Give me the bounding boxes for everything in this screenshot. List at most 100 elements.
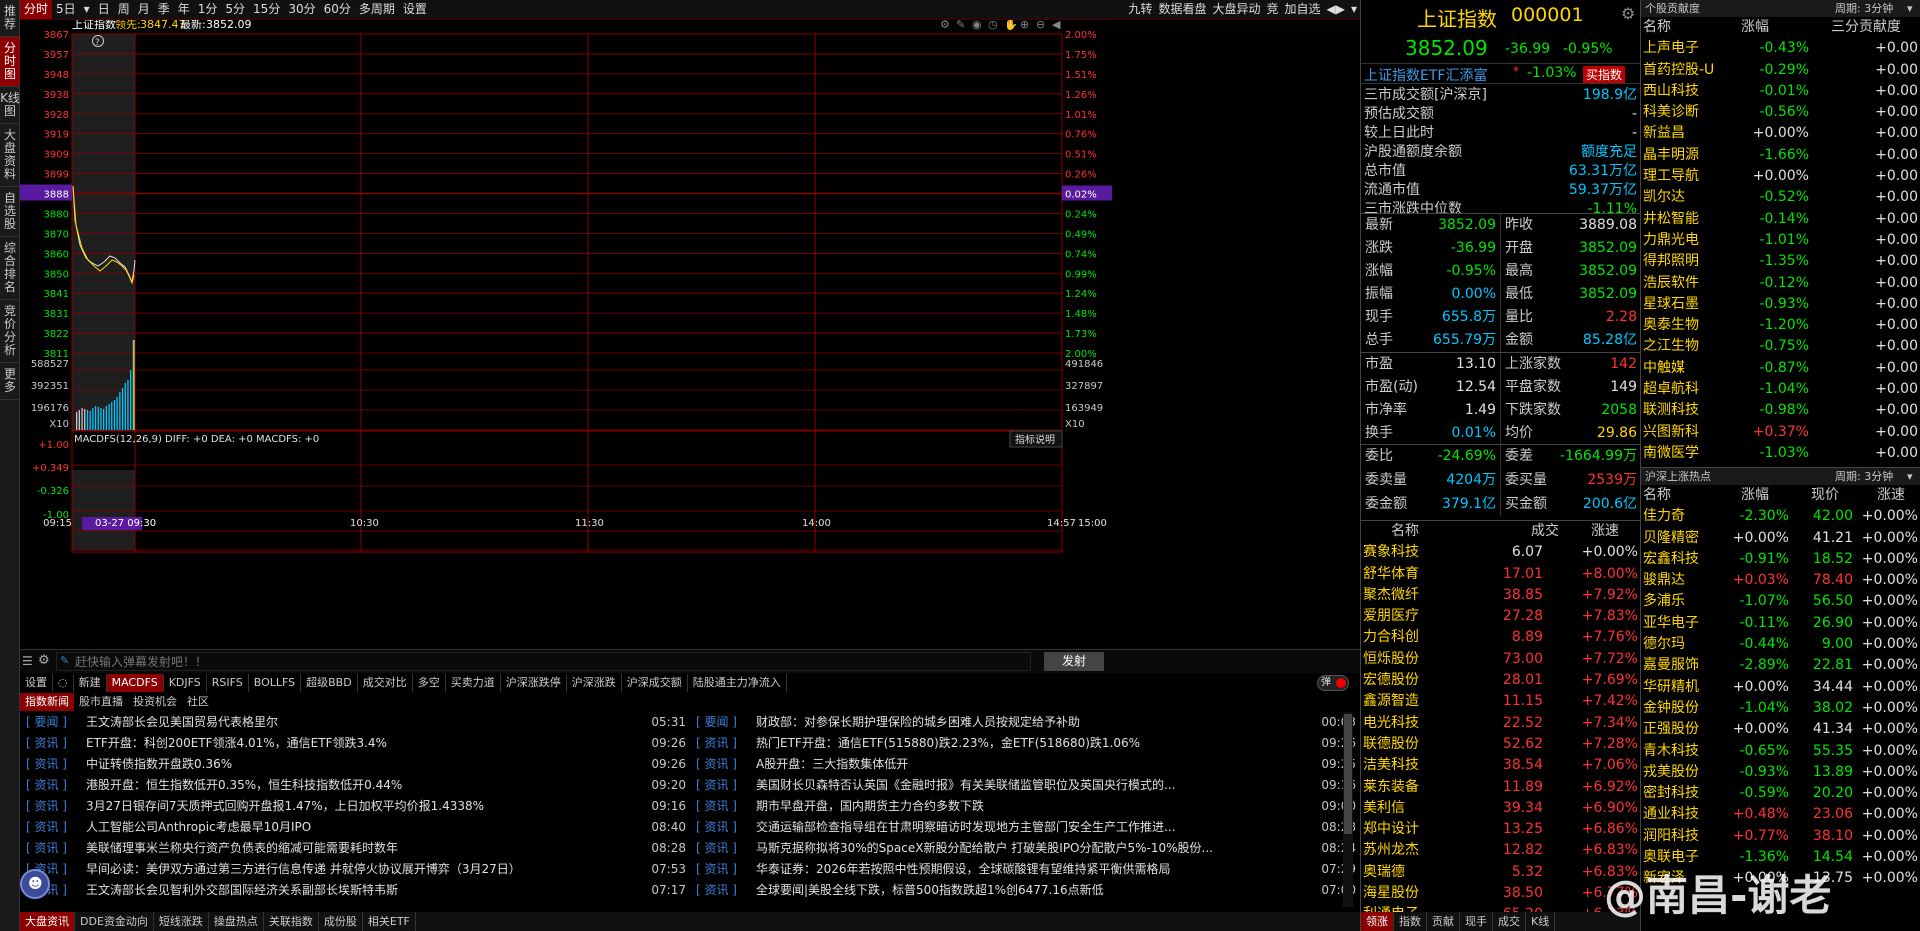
chart-tool-icon[interactable]: ⊕ xyxy=(1020,18,1029,31)
bottom-tab[interactable]: 相关ETF xyxy=(363,912,416,931)
news-tab[interactable]: 股市直播 xyxy=(74,693,128,711)
news-title[interactable]: 美联储理事米兰称央行资产负债表的缩减可能需要耗时数年 xyxy=(86,841,398,855)
period-tab[interactable]: ▾ xyxy=(80,0,94,19)
list-icon[interactable]: ☰ xyxy=(22,654,33,668)
news-title[interactable]: 华泰证券：2026年若按照中性预期假设，全球碳酸锂有望维持紧平衡供需格局 xyxy=(756,862,1171,876)
contribution-row[interactable]: 星球石墨 -0.93% +0.00 xyxy=(1641,294,1920,315)
vnav-item[interactable]: 推荐 xyxy=(0,0,20,37)
indicator-tab[interactable]: 超级BBD xyxy=(301,674,358,692)
contribution-period[interactable]: 周期: 3分钟 xyxy=(1835,0,1893,17)
news-item[interactable]: [ 资讯 ] 中证转债指数开盘跌0.36% 09:26 xyxy=(26,754,686,775)
news-item[interactable]: [ 资讯 ] 美国财长贝森特否认英国《金融时报》有关美联储监管职位及英国央行模式的… xyxy=(696,775,1356,796)
news-title[interactable]: 马斯克据称拟将30%的SpaceX新股分配给散户 打破美股IPO分配散户5%-1… xyxy=(756,841,1213,855)
vnav-item[interactable]: 更多 xyxy=(0,363,20,400)
vnav-item[interactable]: 综合排名 xyxy=(0,237,20,300)
news-title[interactable]: ETF开盘：科创200ETF领涨4.01%，通信ETF领跌3.4% xyxy=(86,736,387,750)
quote-bottom-tab[interactable]: 现手 xyxy=(1460,912,1493,931)
period-tab[interactable]: 15分 xyxy=(249,0,284,19)
quote-bottom-tab[interactable]: 贡献 xyxy=(1427,912,1460,931)
period-tab[interactable]: 周 xyxy=(114,0,134,19)
indicator-tab[interactable]: ◌ xyxy=(53,674,74,692)
toolbar-right-item[interactable]: 加自选 xyxy=(1281,0,1323,19)
contribution-row[interactable]: 西山科技 -0.01% +0.00 xyxy=(1641,81,1920,102)
indicator-tab[interactable]: 沪深涨跌 xyxy=(567,674,622,692)
hot-row[interactable]: 佳力奇 -2.30% 42.00 +0.00% xyxy=(1641,506,1920,527)
contribution-row[interactable]: 凯尔达 -0.52% +0.00 xyxy=(1641,187,1920,208)
quote-bottom-tab[interactable]: 成交 xyxy=(1493,912,1526,931)
intraday-chart[interactable]: 3867 3957 3948 3938 3928 3919 3909 3899 3888 3880… xyxy=(20,17,1360,655)
list-header-cell[interactable]: 成交 xyxy=(1531,521,1559,542)
news-title[interactable]: 中证转债指数开盘跌0.36% xyxy=(86,757,232,771)
news-title[interactable]: 人工智能公司Anthropic考虑最早10月IPO xyxy=(86,820,311,834)
list-item[interactable]: 海星股份 38.50 +6.77% xyxy=(1361,883,1641,904)
list-item[interactable]: 舒华体育 17.01 +8.00% xyxy=(1361,564,1641,585)
contribution-row[interactable]: 之江生物 -0.75% +0.00 xyxy=(1641,336,1920,357)
news-title[interactable]: 王文涛部长会见美国贸易代表格里尔 xyxy=(86,715,278,729)
news-title[interactable]: 早间必读：美伊双方通过第三方进行信息传递 并就停火协议展开博弈（3月27日） xyxy=(86,862,521,876)
bottom-tab[interactable]: DDE资金动向 xyxy=(75,912,154,931)
hot-row[interactable]: 宏鑫科技 -0.91% 18.52 +0.00% xyxy=(1641,549,1920,570)
news-title[interactable]: 3月27日银存间7天质押式回购开盘报1.47%，上日加权平均价报1.4338% xyxy=(86,799,484,813)
news-item[interactable]: [ 资讯 ]王文涛部长会见智利外交部国际经济关系副部长埃斯特韦斯07:17 xyxy=(26,880,686,901)
indicator-tab[interactable]: 多空 xyxy=(413,674,446,692)
etf-label[interactable]: 上证指数ETF汇添富 xyxy=(1364,65,1487,85)
list-item[interactable]: 宏德股份 28.01 +7.69% xyxy=(1361,670,1641,691)
hot-row[interactable]: 金钟股份 -1.04% 38.02 +0.00% xyxy=(1641,698,1920,719)
news-item[interactable]: [ 资讯 ] 交通运输部检查指导组在甘肃明察暗访时发现地方主管部门安全生产工作推进… xyxy=(696,817,1356,838)
news-item[interactable]: [ 资讯 ] 期市早盘开盘，国内期货主力合约多数下跌 09:00 xyxy=(696,796,1356,817)
assistant-avatar[interactable]: ☻ xyxy=(20,869,50,899)
bottom-tab[interactable]: 关联指数 xyxy=(264,912,319,931)
etf-row[interactable]: 上证指数ETF汇添富 * -1.03% 买指数 xyxy=(1361,63,1641,84)
list-header-cell[interactable]: 涨速 xyxy=(1591,521,1619,542)
hot-period[interactable]: 周期: 3分钟 xyxy=(1835,468,1893,485)
news-item[interactable]: [ 资讯 ] 美联储理事米兰称央行资产负债表的缩减可能需要耗时数年 08:28 xyxy=(26,838,686,859)
contribution-row[interactable]: 联测科技 -0.98% +0.00 xyxy=(1641,400,1920,421)
indicator-tab[interactable]: 沪深涨跌停 xyxy=(501,674,567,692)
news-item[interactable]: [ 资讯 ] 港股开盘：恒生指数低开0.35%，恒生科技指数低开0.44% 09:2… xyxy=(26,775,686,796)
bottom-tab[interactable]: 操盘热点 xyxy=(209,912,264,931)
toolbar-right-item[interactable]: 九转 xyxy=(1125,0,1155,19)
chart-tool-icon[interactable]: ✎ xyxy=(956,18,965,31)
contribution-row[interactable]: 科美诊断 -0.56% +0.00 xyxy=(1641,102,1920,123)
contribution-col[interactable]: 三分贡献度 xyxy=(1831,17,1901,38)
news-item[interactable]: [ 要闻 ] 王文涛部长会见美国贸易代表格里尔 05:31 xyxy=(26,712,686,733)
period-tab[interactable]: 设置 xyxy=(399,0,431,19)
news-tab[interactable]: 投资机会 xyxy=(128,693,182,711)
period-tab[interactable]: 30分 xyxy=(284,0,319,19)
contribution-col[interactable]: 涨幅 xyxy=(1741,17,1769,38)
vnav-item[interactable]: 大盘资料 xyxy=(0,124,20,187)
indicator-tab[interactable]: 买卖力道 xyxy=(446,674,501,692)
period-tab[interactable]: 5分 xyxy=(221,0,249,19)
news-scrollbar[interactable] xyxy=(1343,712,1353,907)
contribution-row[interactable]: 井松智能 -0.14% +0.00 xyxy=(1641,209,1920,230)
list-item[interactable]: 力合科创 8.89 +7.76% xyxy=(1361,627,1641,648)
vnav-item[interactable]: 自选股 xyxy=(0,187,20,237)
quote-bottom-tab[interactable]: K线 xyxy=(1526,912,1556,931)
news-item[interactable]: [ 要闻 ] 财政部：对参保长期护理保险的城乡困难人员按规定给予补助 00:03 xyxy=(696,712,1356,733)
hot-row[interactable]: 多浦乐 -1.07% 56.50 +0.00% xyxy=(1641,591,1920,612)
list-item[interactable]: 郑中设计 13.25 +6.86% xyxy=(1361,819,1641,840)
gear-icon[interactable]: ⚙ xyxy=(38,653,50,668)
contribution-row[interactable]: 晶丰明源 -1.66% +0.00 xyxy=(1641,145,1920,166)
contribution-row[interactable]: 超卓航科 -1.04% +0.00 xyxy=(1641,379,1920,400)
news-tab[interactable]: 社区 xyxy=(182,693,214,711)
toolbar-right-item[interactable]: 竞 xyxy=(1263,0,1281,19)
news-title[interactable]: 王文涛部长会见智利外交部国际经济关系副部长埃斯特韦斯 xyxy=(86,883,398,897)
period-tab[interactable]: 季 xyxy=(154,0,174,19)
chart-tool-icon[interactable]: ✋ xyxy=(1004,18,1018,31)
news-item[interactable]: [ 资讯 ] 马斯克据称拟将30%的SpaceX新股分配给散户 打破美股IPO分配… xyxy=(696,838,1356,859)
hot-row[interactable]: 德尔玛 -0.44% 9.00 +0.00% xyxy=(1641,634,1920,655)
list-item[interactable]: 莱东装备 11.89 +6.92% xyxy=(1361,777,1641,798)
hot-row[interactable]: 润阳科技 +0.77% 38.10 +0.00% xyxy=(1641,826,1920,847)
hot-row[interactable]: 贝隆精密 +0.00% 41.21 +0.00% xyxy=(1641,528,1920,549)
period-tab[interactable]: 多周期 xyxy=(355,0,399,19)
news-title[interactable]: 热门ETF开盘：通信ETF(515880)跌2.23%，金ETF(518680)… xyxy=(756,736,1140,750)
bottom-tab[interactable]: 大盘资讯 xyxy=(20,912,75,931)
list-item[interactable]: 电光科技 22.52 +7.34% xyxy=(1361,713,1641,734)
chevron-down-icon[interactable]: ▾ xyxy=(1907,468,1913,485)
news-item[interactable]: [ 资讯 ] 3月27日银存间7天质押式回购开盘报1.47%，上日加权平均价报1.… xyxy=(26,796,686,817)
news-title[interactable]: 期市早盘开盘，国内期货主力合约多数下跌 xyxy=(756,799,984,813)
hot-col[interactable]: 名称 xyxy=(1643,485,1671,506)
list-item[interactable]: 苏州龙杰 12.82 +6.83% xyxy=(1361,840,1641,861)
indicator-tab[interactable]: BOLLFS xyxy=(249,674,302,692)
